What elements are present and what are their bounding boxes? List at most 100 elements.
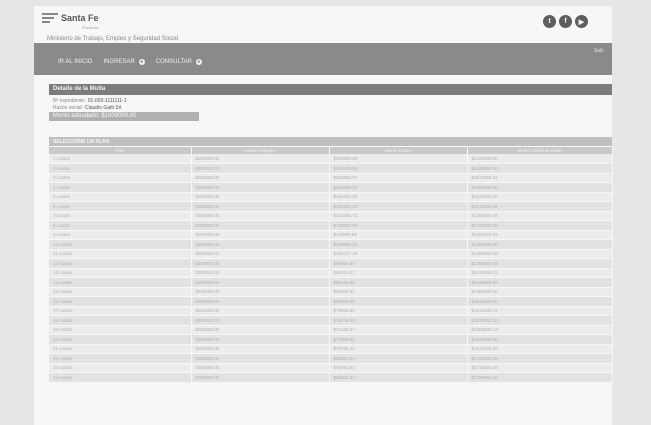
plan-row[interactable]: 19 cuotas $200000.00 $74105.27 $1608000.13 [49,325,613,335]
plan-row[interactable]: 7 cuotas $200000.00 $142285.72 $1196000.04 [49,211,613,221]
plan-row[interactable]: 17 cuotas $200000.00 $79058.83 $1544000.11 [49,306,613,316]
razon-social-value: Claudio Gatti Srl [85,105,122,111]
plan-row[interactable]: 13 cuotas $200000.00 $92518.27 $1416000.11 [49,268,613,278]
column-header[interactable]: Monto Cuota [329,147,468,154]
table-cell: $200000.00 [191,249,330,259]
plan-row[interactable]: 3 cuotas $200000.00 $290666.67 $1072000.01 [49,173,613,183]
nav-item-ingresar[interactable]: INGRESAR ● [103,59,145,65]
table-cell: $424000.00 [329,163,468,174]
table-cell: $200000.00 [191,173,330,183]
nav-item-label: INGRESAR [103,59,135,65]
plan-row[interactable]: 15 cuotas $200000.00 $85333.34 $1480000.10 [49,287,613,297]
table-cell: $200000.00 [191,363,330,373]
column-header[interactable]: Monto Anticipo [191,147,330,154]
plan-row[interactable]: 14 cuotas $200000.00 $89142.86 $1448000.04 [49,277,613,288]
youtube-icon[interactable]: ▶ [575,15,588,28]
table-cell: $200000.00 [191,211,330,221]
table-cell: 21 cuotas [49,344,192,354]
table-cell: $200000.00 [191,201,330,212]
table-cell: $1768000.16 [467,372,613,383]
table-cell: 22 cuotas [49,353,192,364]
table-header-row: Plan Monto Anticipo Monto Cuota Monto total… [49,147,613,154]
plan-row[interactable]: 4 cuotas $200000.00 $224000.00 $1096000.00 [49,182,613,193]
nav-item-ir-al-inicio[interactable]: IR AL INICIO [58,59,92,65]
table-cell: $96666.67 [329,258,468,269]
table-cell: $200000.00 [191,268,330,278]
table-cell: $200000.00 [191,239,330,250]
facebook-icon[interactable]: f [559,15,572,28]
salir-link[interactable]: Salir [594,48,604,54]
twitter-icon[interactable]: t [543,15,556,28]
santa-fe-logo[interactable]: Santa Fe [42,13,99,23]
table-cell: 7 cuotas [49,211,192,221]
table-cell: 10 cuotas [49,239,192,250]
table-cell: $108000.00 [329,239,468,250]
table-cell: $200000.00 [191,230,330,240]
plan-row[interactable]: 10 cuotas $200000.00 $108000.00 $1280000.00 [49,239,613,250]
table-cell: $1048000.00 [467,163,613,174]
plan-row[interactable]: 22 cuotas $200000.00 $68363.64 $1704000.08 [49,353,613,364]
table-cell: 6 cuotas [49,201,192,212]
razon-social-label: Razón social: [53,105,84,111]
table-cell: $1736000.03 [467,363,613,373]
table-cell: $1512000.00 [467,296,613,307]
nav-item-label: IR AL INICIO [58,59,93,65]
plan-row[interactable]: 5 cuotas $200000.00 $184000.00 $1120000.00 [49,192,613,202]
table-cell: 20 cuotas [49,334,192,345]
logo-text: Santa Fe [61,13,99,23]
table-cell: 11 cuotas [49,249,192,259]
table-cell: 8 cuotas [49,220,192,231]
table-cell: $1196000.04 [467,211,613,221]
plan-row[interactable]: 21 cuotas $200000.00 $70095.24 $1672000.04 [49,344,613,354]
table-cell: $200000.00 [191,277,330,288]
plan-row[interactable]: 16 cuotas $200000.00 $82000.00 $1512000.00 [49,296,613,307]
table-cell: $200000.00 [191,163,330,174]
ministry-name: Ministerio de Trabajo, Empleo y Segurida… [47,36,179,42]
plan-row[interactable]: 2 cuotas $200000.00 $424000.00 $1048000.00 [49,163,613,174]
plan-row[interactable]: 11 cuotas $200000.00 $100727.28 $1308000.08 [49,249,613,259]
social-links: t f ▶ [543,15,588,28]
table-cell: 16 cuotas [49,296,192,307]
table-cell: $89142.86 [329,277,468,288]
table-cell: $1224000.00 [467,220,613,231]
table-cell: 18 cuotas [49,315,192,326]
plan-row[interactable]: 9 cuotas $200000.00 $118888.89 $1251000.01 [49,230,613,240]
table-cell: $290666.67 [329,173,468,183]
table-cell: $1096000.00 [467,182,613,193]
plan-row[interactable]: 24 cuotas $200000.00 $65333.34 $1768000.16 [49,372,613,383]
plan-row[interactable]: 23 cuotas $200000.00 $66782.61 $1736000.03 [49,363,613,373]
plan-row[interactable]: 8 cuotas $200000.00 $128000.00 $1224000.00 [49,220,613,231]
table-cell: $1144000.04 [467,201,613,212]
table-cell: $82000.00 [329,296,468,307]
nav-item-consultar[interactable]: CONSULTAR ● [156,59,202,65]
table-cell: $76444.45 [329,315,468,326]
razon-social-line: Razón social: Claudio Gatti Srl [53,105,121,111]
table-cell: 3 cuotas [49,173,192,183]
table-cell: $1544000.11 [467,306,613,316]
top-bar: Santa Fe Provincia t f ▶ [34,6,612,36]
table-cell: $68363.64 [329,353,468,364]
plan-row[interactable]: 1 cuotas $200000.00 $826000.00 $1026000.00 [49,154,613,164]
table-cell: $200000.00 [191,344,330,354]
table-cell: $200000.00 [191,296,330,307]
column-header[interactable]: Plan [49,147,192,154]
column-header[interactable]: Monto total financiado [467,147,613,154]
table-cell: $200000.00 [191,334,330,345]
table-cell: $184000.00 [329,192,468,202]
table-cell: $1640000.00 [467,334,613,345]
table-cell: $142285.72 [329,211,468,221]
table-cell: $85333.34 [329,287,468,297]
monto-adeudado: Monto adeudado: $1000000.00 [49,112,199,121]
plan-row[interactable]: 12 cuotas $200000.00 $96666.67 $1356000.04 [49,258,613,269]
table-cell: $1448000.04 [467,277,613,288]
logo-subtitle: Provincia [82,25,99,30]
plan-row[interactable]: 18 cuotas $200000.00 $76444.45 $1576000.10 [49,315,613,326]
plan-row[interactable]: 6 cuotas $200000.00 $157333.34 $1144000.04 [49,201,613,212]
table-cell: $1072000.01 [467,173,613,183]
table-cell: $200000.00 [191,258,330,269]
table-cell: $200000.00 [191,220,330,231]
table-cell: $1280000.00 [467,239,613,250]
table-cell: $72000.00 [329,334,468,345]
logo-mark-icon [42,13,58,23]
plan-row[interactable]: 20 cuotas $200000.00 $72000.00 $1640000.00 [49,334,613,345]
